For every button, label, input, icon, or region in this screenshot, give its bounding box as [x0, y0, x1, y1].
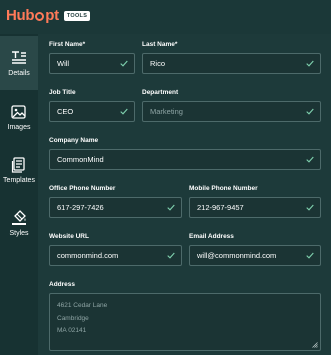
paint-bucket-icon: [12, 209, 26, 225]
check-icon: [306, 252, 314, 259]
logo-spot-icon: [35, 12, 45, 21]
job-title-label: Job Title: [49, 89, 76, 96]
sidebar-item-styles[interactable]: Styles: [0, 196, 38, 250]
last-name-label: Last Name*: [142, 41, 178, 48]
check-icon: [120, 60, 128, 67]
address-placeholder-line: MA 02141: [57, 327, 87, 334]
mobile-phone-field[interactable]: 212-967-9457: [189, 197, 321, 218]
address-placeholder-line: 4621 Cedar Lane: [57, 302, 108, 309]
office-phone-value: 617-297-7426: [57, 203, 104, 212]
sidebar-item-templates[interactable]: Templates: [0, 143, 38, 197]
first-name-label: First Name*: [49, 41, 86, 48]
check-icon: [306, 108, 314, 115]
details-form: First Name* Will Last Name* Rico Job Tit…: [38, 34, 331, 355]
email-label: Email Address: [189, 233, 234, 240]
address-textarea[interactable]: 4621 Cedar Lane Cambridge MA 02141: [49, 293, 321, 351]
check-icon: [167, 204, 175, 211]
text-lines-icon: [12, 50, 26, 64]
company-name-field[interactable]: CommonMind: [49, 149, 321, 170]
first-name-field[interactable]: Will: [49, 53, 135, 74]
mobile-phone-value: 212-967-9457: [197, 203, 244, 212]
address-placeholder-line: Cambridge: [57, 314, 89, 322]
department-label: Department: [142, 89, 179, 96]
first-name-value: Will: [57, 59, 70, 68]
department-placeholder: Marketing: [150, 107, 183, 116]
tools-badge: TOOLS: [63, 10, 91, 21]
check-icon: [167, 252, 175, 259]
sidebar-item-label: Templates: [3, 176, 35, 184]
website-value: commonmind.com: [57, 251, 119, 260]
logo-text: Hub pt: [6, 7, 59, 24]
email-value: will@commonmind.com: [197, 251, 277, 260]
sidebar-item-images[interactable]: Images: [0, 90, 38, 144]
sidebar-item-label: Details: [8, 69, 30, 77]
job-title-value: CEO: [57, 107, 74, 116]
address-label: Address: [49, 281, 76, 288]
top-bar: Hub pt TOOLS: [0, 0, 331, 34]
resize-handle-icon[interactable]: [312, 342, 318, 348]
company-name-label: Company Name: [49, 137, 99, 144]
mobile-phone-label: Mobile Phone Number: [189, 185, 258, 192]
last-name-field[interactable]: Rico: [142, 53, 321, 74]
website-field[interactable]: commonmind.com: [49, 245, 182, 266]
templates-icon: [11, 156, 25, 173]
email-field[interactable]: will@commonmind.com: [189, 245, 321, 266]
check-icon: [120, 108, 128, 115]
job-title-field[interactable]: CEO: [49, 101, 135, 122]
hubspot-logo: Hub pt TOOLS: [6, 7, 91, 24]
website-label: Website URL: [49, 233, 89, 240]
check-icon: [306, 156, 314, 163]
office-phone-label: Office Phone Number: [49, 185, 116, 192]
sidebar: Details Images Templates Styles: [0, 34, 38, 355]
department-field[interactable]: Marketing: [142, 101, 321, 122]
company-name-value: CommonMind: [57, 155, 104, 164]
check-icon: [306, 204, 314, 211]
sidebar-item-label: Images: [7, 123, 31, 131]
sidebar-item-details[interactable]: Details: [0, 36, 38, 90]
last-name-value: Rico: [150, 59, 166, 68]
image-icon: [11, 104, 26, 119]
office-phone-field[interactable]: 617-297-7426: [49, 197, 182, 218]
check-icon: [306, 60, 314, 67]
sidebar-item-label: Styles: [9, 229, 29, 237]
